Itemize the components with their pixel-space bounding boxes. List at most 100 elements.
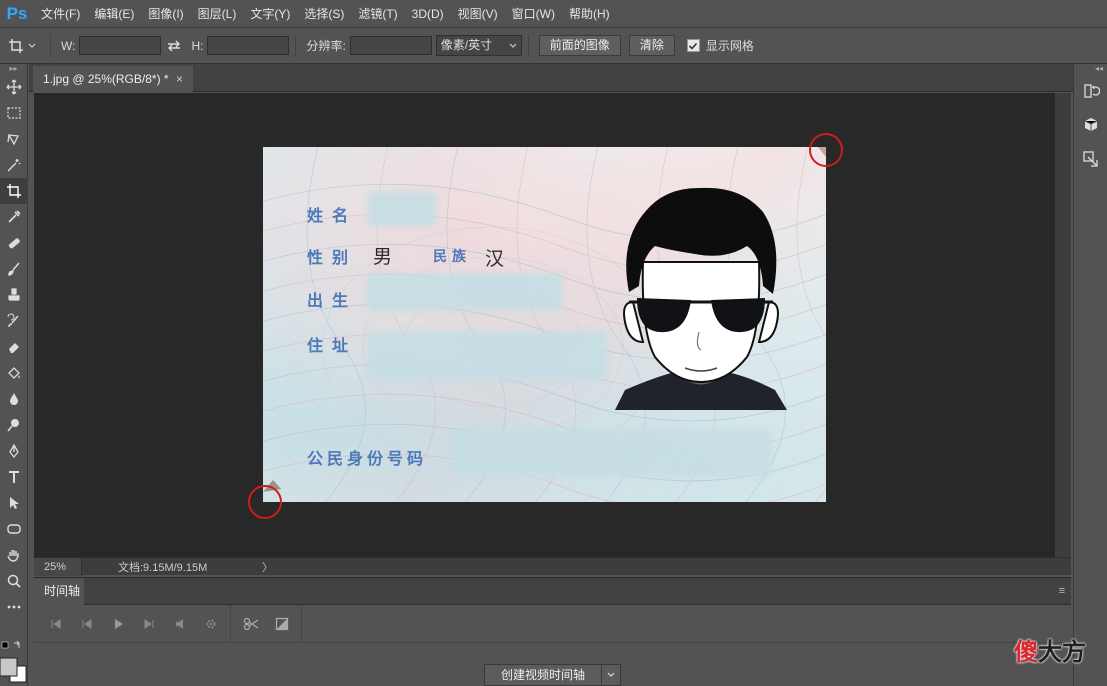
lasso-tool[interactable] xyxy=(0,126,28,152)
height-input[interactable] xyxy=(207,36,290,55)
marquee-tool[interactable] xyxy=(0,100,28,126)
clone-stamp-tool[interactable] xyxy=(0,282,28,308)
divider xyxy=(50,34,51,57)
menu-view[interactable]: 视图(V) xyxy=(451,0,505,28)
vertical-scrollbar[interactable] xyxy=(1055,93,1071,557)
expand-panels-button[interactable]: ◂◂ xyxy=(1074,64,1107,74)
more-tools-button[interactable] xyxy=(0,594,28,620)
transition-button[interactable] xyxy=(266,611,297,637)
id-card-image: 姓名 性别 男 民族 汉 出生 住址 公民身份号码 xyxy=(263,147,826,502)
divider xyxy=(527,34,529,57)
crop-icon xyxy=(7,184,21,198)
menu-help[interactable]: 帮助(H) xyxy=(562,0,617,28)
history-brush-icon xyxy=(7,313,19,328)
properties-panel-button[interactable] xyxy=(1074,142,1107,176)
clear-button[interactable]: 清除 xyxy=(628,35,675,56)
type-tool[interactable] xyxy=(0,464,28,490)
front-image-button[interactable]: 前面的图像 xyxy=(538,35,621,56)
width-label: W: xyxy=(61,38,76,53)
menu-type[interactable]: 文字(Y) xyxy=(243,0,297,28)
close-tab-icon[interactable]: × xyxy=(176,72,183,86)
step-back-icon xyxy=(82,618,91,629)
collapse-toolbar-button[interactable]: ▸▸ xyxy=(0,64,27,74)
menu-3d[interactable]: 3D(D) xyxy=(405,0,451,28)
watermark-part-a: 傻 xyxy=(1014,638,1038,666)
shape-tool[interactable] xyxy=(0,516,28,542)
skip-to-start-icon xyxy=(51,618,60,629)
menu-edit[interactable]: 编辑(E) xyxy=(87,0,141,28)
panel-menu-icon[interactable]: ≡ xyxy=(1059,585,1065,597)
eyedropper-tool[interactable] xyxy=(0,204,28,230)
redacted-id-number xyxy=(455,433,767,473)
checkmark-icon xyxy=(689,42,698,50)
tab-document[interactable]: 1.jpg @ 25%(RGB/8*) * × xyxy=(33,66,193,92)
cube-icon xyxy=(1084,118,1098,131)
hand-icon xyxy=(7,550,19,562)
zoom-level-field[interactable]: 25% xyxy=(34,557,82,576)
show-grid-checkbox[interactable] xyxy=(686,39,700,52)
rounded-rectangle-icon xyxy=(7,524,21,534)
photoshop-logo: Ps xyxy=(6,3,28,23)
redacted-birth-date xyxy=(371,277,559,307)
timeline-header: 时间轴 ≡ xyxy=(34,578,1071,605)
move-tool[interactable] xyxy=(0,74,28,100)
previous-frame-button[interactable] xyxy=(71,611,102,637)
arrow-cursor-icon xyxy=(10,497,19,509)
document-title: 1.jpg @ 25%(RGB/8*) * xyxy=(43,72,169,86)
color-swatches[interactable] xyxy=(0,640,28,686)
stamp-icon xyxy=(8,288,20,301)
blur-tool[interactable] xyxy=(0,386,28,412)
status-menu-arrow-icon[interactable]: 〉 xyxy=(262,559,273,575)
more-dots-icon xyxy=(7,605,21,609)
tool-preset-picker[interactable] xyxy=(0,28,44,64)
divider xyxy=(301,604,302,643)
tab-timeline[interactable]: 时间轴 xyxy=(34,578,84,605)
healing-brush-tool[interactable] xyxy=(0,230,28,256)
split-at-playhead-button[interactable] xyxy=(235,611,266,637)
card-id-number-label: 公民身份号码 xyxy=(307,451,428,468)
dodge-tool[interactable] xyxy=(0,412,28,438)
brush-tool[interactable] xyxy=(0,256,28,282)
path-selection-tool[interactable] xyxy=(0,490,28,516)
audio-button[interactable] xyxy=(164,611,195,637)
width-input[interactable] xyxy=(79,36,162,55)
magic-wand-icon xyxy=(7,159,21,172)
card-ethnicity-label: 民族 xyxy=(433,248,471,264)
pen-tool[interactable] xyxy=(0,438,28,464)
divider xyxy=(230,604,231,643)
play-button[interactable] xyxy=(102,611,133,637)
eraser-tool[interactable] xyxy=(0,334,28,360)
hand-tool[interactable] xyxy=(0,542,28,568)
history-brush-tool[interactable] xyxy=(0,308,28,334)
scissors-icon xyxy=(243,617,258,630)
next-frame-button[interactable] xyxy=(133,611,164,637)
create-video-timeline-button[interactable]: 创建视频时间轴 xyxy=(484,664,602,686)
menu-image[interactable]: 图像(I) xyxy=(141,0,190,28)
crop-tool[interactable] xyxy=(0,178,28,204)
swap-arrows-icon xyxy=(168,40,181,51)
resolution-input[interactable] xyxy=(349,36,432,55)
settings-button[interactable] xyxy=(195,611,226,637)
go-to-first-frame-button[interactable] xyxy=(40,611,71,637)
timeline-type-dropdown[interactable] xyxy=(601,664,621,686)
eyedropper-icon xyxy=(8,210,21,223)
menu-window[interactable]: 窗口(W) xyxy=(505,0,562,28)
timeline-panel: 时间轴 ≡ 创建视频时间轴 xyxy=(34,577,1071,686)
history-panel-button[interactable] xyxy=(1074,74,1107,108)
swap-dimensions-button[interactable] xyxy=(167,40,181,52)
3d-panel-button[interactable] xyxy=(1074,108,1107,142)
menu-layer[interactable]: 图层(L) xyxy=(191,0,244,28)
chevron-down-icon xyxy=(607,672,615,677)
resolution-unit-select[interactable]: 像素/英寸 xyxy=(435,35,522,56)
tools-panel: ▸▸ xyxy=(0,64,28,686)
menu-file[interactable]: 文件(F) xyxy=(34,0,87,28)
document-size-info: 文档:9.15M/9.15M xyxy=(118,561,208,574)
paint-bucket-tool[interactable] xyxy=(0,360,28,386)
card-ethnicity-value: 汉 xyxy=(485,249,505,270)
menu-filter[interactable]: 滤镜(T) xyxy=(351,0,404,28)
menu-select[interactable]: 选择(S) xyxy=(297,0,351,28)
highlight-circle-top-right xyxy=(809,133,843,167)
card-birth-label: 出生 xyxy=(307,293,358,310)
magic-wand-tool[interactable] xyxy=(0,152,28,178)
zoom-tool[interactable] xyxy=(0,568,28,594)
